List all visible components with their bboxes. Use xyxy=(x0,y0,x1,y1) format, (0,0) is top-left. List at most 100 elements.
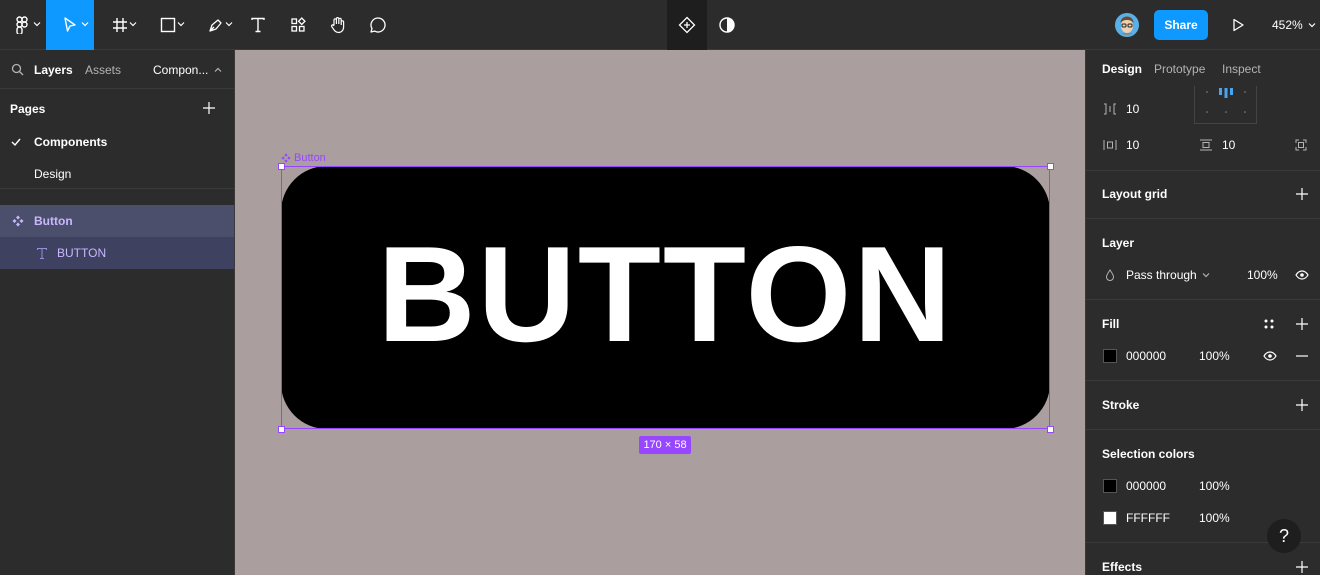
tab-design[interactable]: Design xyxy=(1102,62,1142,76)
eye-icon[interactable] xyxy=(1263,351,1277,361)
page-selector[interactable]: Compon... xyxy=(153,63,222,77)
tab-prototype[interactable]: Prototype xyxy=(1154,62,1205,76)
avatar-face-icon xyxy=(1115,13,1139,37)
resize-handle-bottom-left[interactable] xyxy=(278,426,285,433)
shape-tool-button[interactable] xyxy=(146,0,190,50)
user-avatar[interactable] xyxy=(1115,13,1139,37)
eye-icon[interactable] xyxy=(1295,270,1309,280)
layer-label: Button xyxy=(34,214,73,228)
button-component[interactable]: BUTTON xyxy=(281,166,1050,429)
help-button[interactable]: ? xyxy=(1267,519,1301,553)
add-page-plus-icon[interactable] xyxy=(203,102,215,114)
blend-mode-value: Pass through xyxy=(1126,268,1197,282)
canvas[interactable]: Button BUTTON 170 × 58 xyxy=(235,50,1085,575)
tab-layers[interactable]: Layers xyxy=(34,63,73,77)
chevron-down-icon xyxy=(81,22,89,27)
independent-padding-icon[interactable] xyxy=(1295,139,1307,151)
contrast-toggle-button[interactable] xyxy=(710,0,744,50)
pen-tool-button[interactable] xyxy=(194,0,238,50)
alignment-grid[interactable] xyxy=(1194,86,1257,124)
text-tool-button[interactable] xyxy=(242,0,274,50)
hand-tool-button[interactable] xyxy=(322,0,354,50)
divider xyxy=(1086,218,1320,219)
resize-handle-top-right[interactable] xyxy=(1047,163,1054,170)
blend-mode-dropdown[interactable]: Pass through xyxy=(1126,268,1210,282)
comment-tool-button[interactable] xyxy=(362,0,394,50)
spacing-between-icon xyxy=(1104,103,1116,115)
chevron-down-icon xyxy=(225,22,233,27)
component-diamond-icon xyxy=(678,16,696,34)
layer-opacity-value[interactable]: 100% xyxy=(1247,268,1278,282)
button-text-layer[interactable]: BUTTON xyxy=(377,226,953,362)
selection-color-opacity[interactable]: 100% xyxy=(1199,511,1230,525)
stroke-title: Stroke xyxy=(1102,398,1140,412)
resize-handle-bottom-right[interactable] xyxy=(1047,426,1054,433)
chevron-down-icon xyxy=(177,22,185,27)
frame-tool-button[interactable] xyxy=(98,0,142,50)
fill-title: Fill xyxy=(1102,317,1120,331)
component-icon xyxy=(281,153,291,163)
styles-dots-icon[interactable] xyxy=(1263,318,1275,330)
fill-opacity-value[interactable]: 100% xyxy=(1199,349,1230,363)
size-badge: 170 × 58 xyxy=(639,436,691,454)
frame-label-text: Button xyxy=(294,152,326,164)
tab-assets[interactable]: Assets xyxy=(85,63,121,77)
add-stroke-plus-icon[interactable] xyxy=(1296,399,1308,411)
chevron-down-icon xyxy=(129,22,137,27)
main-menu-button[interactable] xyxy=(0,0,46,50)
frame-hash-icon xyxy=(113,18,127,32)
text-layer-icon xyxy=(37,247,47,259)
layer-label: BUTTON xyxy=(57,246,107,260)
divider xyxy=(1086,429,1320,430)
figma-logo-icon xyxy=(16,16,28,34)
layer-row-text[interactable]: BUTTON xyxy=(0,237,234,269)
text-t-icon xyxy=(251,17,265,33)
page-item-design[interactable]: Design xyxy=(34,167,71,181)
component-tool-button[interactable] xyxy=(667,0,707,50)
layer-row-button[interactable]: Button xyxy=(0,205,234,237)
left-panel-tabs: Layers Assets Compon... xyxy=(0,50,234,89)
resources-tool-button[interactable] xyxy=(282,0,314,50)
divider xyxy=(1086,170,1320,171)
play-icon xyxy=(1233,18,1244,32)
resize-handle-top-left[interactable] xyxy=(278,163,285,170)
add-layout-grid-plus-icon[interactable] xyxy=(1296,188,1308,200)
chevron-down-icon xyxy=(33,22,41,27)
padding-horizontal-value[interactable]: 10 xyxy=(1126,138,1139,152)
padding-vertical-value[interactable]: 10 xyxy=(1222,138,1235,152)
spacing-between-value[interactable]: 10 xyxy=(1126,102,1139,116)
present-button[interactable] xyxy=(1222,0,1254,50)
toolbar: Share 452% xyxy=(0,0,1320,50)
pen-icon xyxy=(209,19,222,32)
fill-color-swatch[interactable] xyxy=(1103,349,1117,363)
component-icon xyxy=(12,215,24,227)
contrast-half-circle-icon xyxy=(719,17,735,33)
selection-color-swatch[interactable] xyxy=(1103,479,1117,493)
chevron-down-icon xyxy=(1308,23,1316,28)
frame-label[interactable]: Button xyxy=(281,152,326,164)
fill-hex-value[interactable]: 000000 xyxy=(1126,349,1166,363)
selection-color-hex[interactable]: 000000 xyxy=(1126,479,1166,493)
vertical-padding-icon xyxy=(1200,139,1212,151)
hand-icon xyxy=(331,17,345,34)
selection-color-swatch[interactable] xyxy=(1103,511,1117,525)
effects-title: Effects xyxy=(1102,560,1143,574)
share-button[interactable]: Share xyxy=(1154,10,1208,40)
divider xyxy=(1086,299,1320,300)
zoom-level: 452% xyxy=(1272,18,1303,32)
divider xyxy=(0,188,234,189)
add-fill-plus-icon[interactable] xyxy=(1296,318,1308,330)
pages-title: Pages xyxy=(10,102,46,116)
selection-color-hex[interactable]: FFFFFF xyxy=(1126,511,1170,525)
tab-inspect[interactable]: Inspect xyxy=(1222,62,1261,76)
alignment-bars-icon xyxy=(1206,88,1246,113)
add-effect-plus-icon[interactable] xyxy=(1296,561,1308,573)
search-icon[interactable] xyxy=(11,63,24,76)
selection-color-opacity[interactable]: 100% xyxy=(1199,479,1230,493)
divider xyxy=(1086,380,1320,381)
left-panel: Layers Assets Compon... Pages Components… xyxy=(0,50,235,575)
remove-fill-minus-icon[interactable] xyxy=(1296,355,1308,357)
page-item-components[interactable]: Components xyxy=(34,135,107,149)
move-tool-button[interactable] xyxy=(46,0,94,50)
zoom-dropdown[interactable]: 452% xyxy=(1272,18,1316,32)
